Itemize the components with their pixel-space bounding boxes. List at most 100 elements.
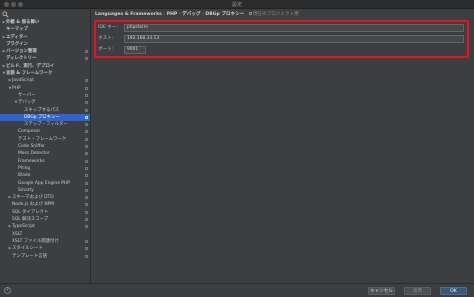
project-icon: [85, 188, 88, 192]
sidebar-item-label: ステップ・フィルター: [24, 122, 68, 128]
sidebar-item[interactable]: ▶JavaScript: [0, 77, 90, 84]
proxy-settings-group: IDE キー: phpstorm ホスト: 192.168.33.13 ポート:…: [94, 20, 469, 58]
help-button[interactable]: ?: [4, 287, 11, 294]
sidebar-item[interactable]: サーバー: [0, 92, 90, 99]
project-icon: [85, 93, 88, 97]
sidebar-item[interactable]: ▼PHP: [0, 85, 90, 92]
sidebar-item[interactable]: Phing: [0, 165, 90, 172]
apply-button[interactable]: 適用: [404, 287, 431, 295]
project-scope-label: 現在のプロジェクト用: [252, 12, 299, 17]
sidebar-item-label: 外観 & 振る舞い: [6, 20, 40, 25]
sidebar-item[interactable]: テンプレート言語: [0, 253, 90, 260]
project-icon: [85, 145, 88, 149]
project-icon: [85, 166, 88, 170]
sidebar-item-label: スキーマおよび DTD: [12, 195, 54, 201]
title-bar: 設定: [0, 0, 474, 9]
project-icon: [85, 174, 88, 178]
sidebar-item-label: Code Sniffer: [18, 144, 45, 150]
project-icon: [85, 152, 88, 156]
sidebar-item-label: Smarty: [18, 187, 34, 193]
dialog-footer: ? キャンセル 適用 OK: [0, 283, 474, 297]
sidebar-item[interactable]: ▼言語 & フレームワーク: [0, 70, 90, 77]
settings-content: Languages & Frameworks › PHP › デバッグ › DBGp プロキ…: [92, 9, 474, 283]
breadcrumb-item: PHP: [166, 12, 178, 17]
sidebar-item-label: 言語 & フレームワーク: [6, 71, 53, 77]
sidebar-item-label: プラグイン: [6, 41, 28, 47]
settings-sidebar: ▶外観 & 振る舞い キーマップ ▶エディター プラグイン ▶バージョン管理 ディレクトリ…: [0, 9, 91, 283]
project-icon: [85, 254, 88, 258]
sidebar-item-label: PHP: [12, 85, 21, 91]
sidebar-item[interactable]: ▶エディター: [0, 34, 90, 41]
window-title: 設定: [231, 2, 242, 8]
port-label: ポート:: [98, 47, 114, 52]
sidebar-item[interactable]: Smarty: [0, 187, 90, 194]
sidebar-item-label: XSLT ファイル関連付け: [12, 238, 59, 244]
sidebar-item[interactable]: Blade: [0, 172, 90, 179]
port-input[interactable]: 9001: [124, 46, 146, 54]
project-icon: [85, 130, 88, 134]
sidebar-item[interactable]: テスト・フレームワーク: [0, 136, 90, 143]
sidebar-item-label: TypeScript: [12, 224, 35, 230]
project-icon: [85, 86, 88, 90]
settings-search[interactable]: [2, 11, 24, 18]
sidebar-item[interactable]: Code Sniffer: [0, 143, 90, 150]
sidebar-item[interactable]: Composer: [0, 128, 90, 135]
sidebar-item[interactable]: DBGp プロキシー: [0, 113, 90, 122]
sidebar-item[interactable]: ステップ・フィルター: [0, 121, 90, 128]
sidebar-item[interactable]: Node.js および NPM: [0, 201, 90, 208]
sidebar-item[interactable]: ▶バージョン管理: [0, 48, 90, 55]
ok-button[interactable]: OK: [440, 287, 467, 295]
sidebar-item[interactable]: ▶ビルド、実行、デプロイ: [0, 63, 90, 70]
project-icon: [85, 239, 88, 243]
project-icon: [85, 203, 88, 207]
sidebar-item-label: SQL ダイアレクト: [12, 209, 49, 215]
sidebar-item-label: キーマップ: [6, 27, 28, 33]
project-icon: [85, 50, 88, 54]
ide-key-input[interactable]: phpstorm: [124, 24, 464, 32]
sidebar-item[interactable]: Google App Engine PHP: [0, 180, 90, 187]
sidebar-item-label: XSLT: [12, 231, 23, 237]
sidebar-item[interactable]: スキップするパス: [0, 107, 90, 114]
sidebar-item[interactable]: SQL ダイアレクト: [0, 209, 90, 216]
sidebar-item[interactable]: ▶外観 & 振る舞い: [0, 19, 90, 26]
project-icon: [85, 210, 88, 214]
project-icon: [85, 101, 88, 105]
breadcrumb-item: デバッグ: [182, 12, 201, 17]
project-icon: [85, 218, 88, 222]
project-icon: [85, 57, 88, 61]
sidebar-item[interactable]: プラグイン: [0, 41, 90, 48]
sidebar-item[interactable]: ▶スタイルシート: [0, 245, 90, 252]
sidebar-item-label: デバッグ: [18, 100, 36, 106]
project-icon: [85, 115, 88, 119]
sidebar-item[interactable]: ▼デバッグ: [0, 99, 90, 106]
project-icon: [85, 181, 88, 185]
sidebar-item[interactable]: キーマップ: [0, 26, 90, 33]
sidebar-item-label: JavaScript: [12, 78, 35, 84]
sidebar-item-label: テンプレート言語: [12, 253, 47, 259]
sidebar-item[interactable]: SQL 解決スコープ: [0, 216, 90, 223]
breadcrumb-item: Languages & Frameworks: [95, 12, 162, 17]
sidebar-item-label: スキップするパス: [24, 107, 60, 113]
sidebar-item[interactable]: ▶TypeScript: [0, 223, 90, 230]
sidebar-item-label: Composer: [18, 129, 41, 135]
sidebar-item[interactable]: Mess Detector: [0, 150, 90, 157]
sidebar-item-label: テスト・フレームワーク: [18, 136, 67, 142]
sidebar-item-label: ビルド、実行、デプロイ: [6, 63, 55, 69]
breadcrumb-separator: ›: [202, 12, 204, 17]
sidebar-item-label: DBGp プロキシー: [24, 114, 60, 120]
cancel-button[interactable]: キャンセル: [368, 287, 395, 295]
breadcrumb-item-current: DBGp プロキシー: [205, 12, 245, 17]
sidebar-item[interactable]: XSLT ファイル関連付け: [0, 238, 90, 245]
sidebar-item[interactable]: ディレクトリー: [0, 55, 90, 62]
breadcrumb-separator: ›: [163, 12, 166, 17]
sidebar-item-label: Frameworks: [18, 158, 45, 164]
project-scope-note: 現在のプロジェクト用: [248, 12, 299, 17]
sidebar-item[interactable]: Frameworks: [0, 158, 90, 165]
sidebar-item-label: バージョン管理: [6, 49, 37, 55]
sidebar-item-label: スタイルシート: [12, 246, 43, 252]
sidebar-item-label: サーバー: [18, 92, 36, 98]
sidebar-item[interactable]: XSLT: [0, 231, 90, 238]
sidebar-item[interactable]: ▶スキーマおよび DTD: [0, 194, 90, 201]
host-input[interactable]: 192.168.33.13: [124, 35, 464, 43]
project-icon: [85, 247, 88, 251]
